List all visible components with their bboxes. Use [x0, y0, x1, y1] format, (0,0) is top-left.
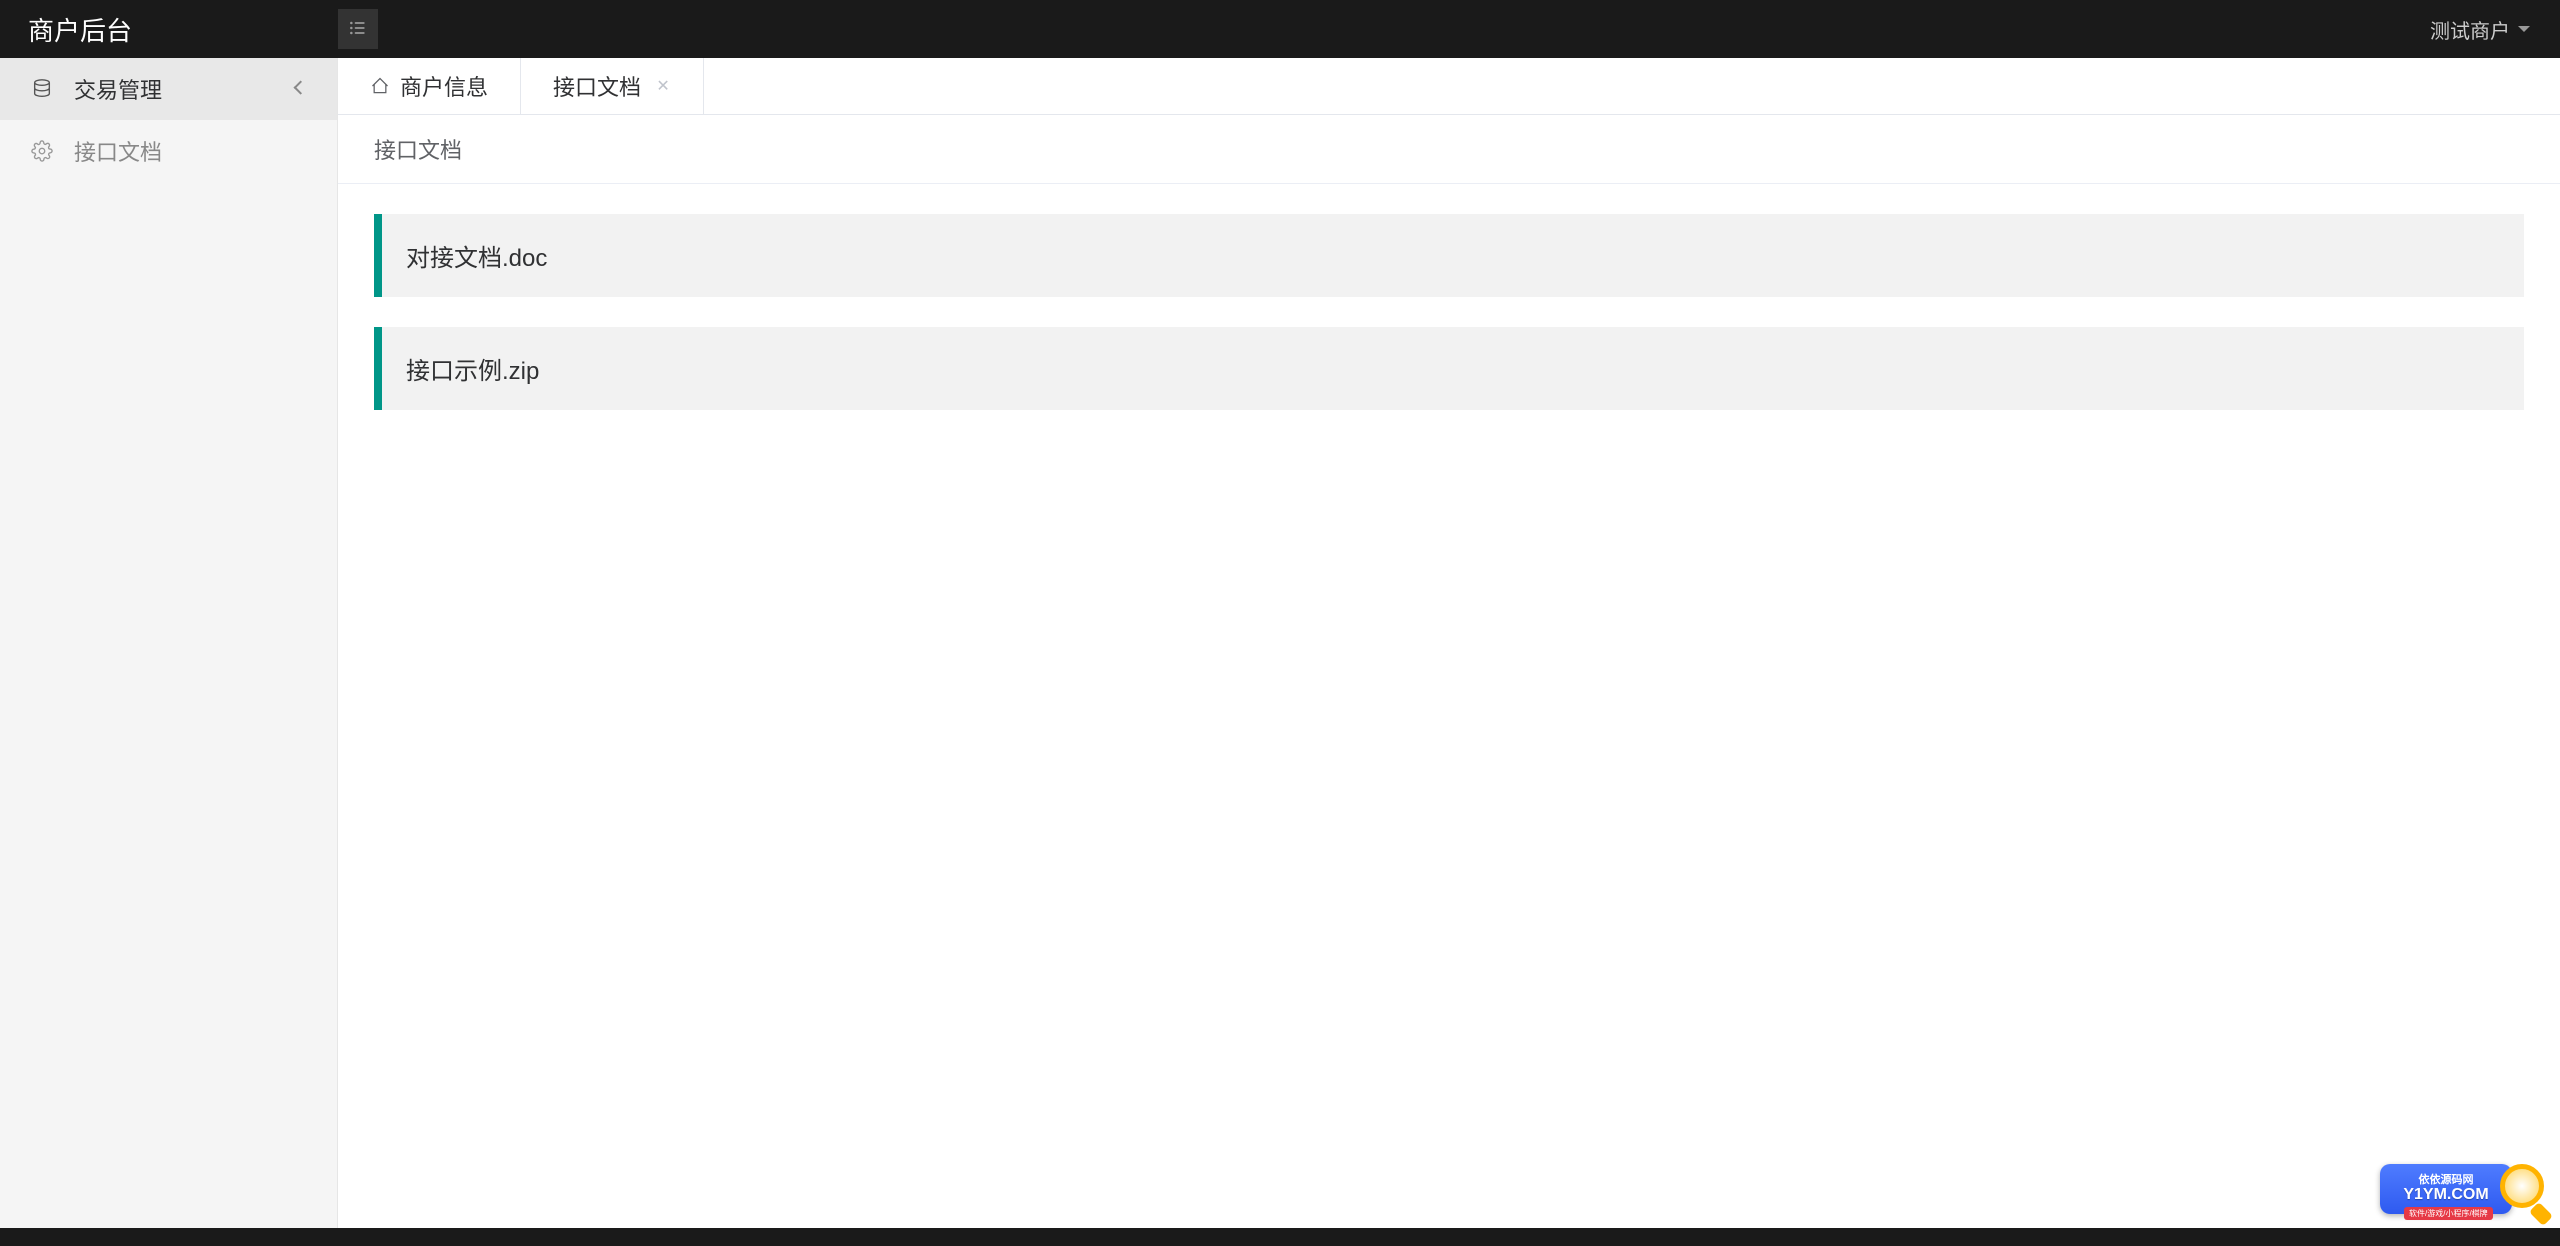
tab-label: 接口文档	[553, 70, 641, 102]
file-list: 对接文档.doc 接口示例.zip	[338, 184, 2560, 470]
close-icon[interactable]: ✕	[655, 78, 671, 94]
file-item[interactable]: 接口示例.zip	[374, 327, 2524, 410]
gear-icon	[30, 139, 54, 163]
app-logo: 商户后台	[0, 0, 330, 58]
file-item[interactable]: 对接文档.doc	[374, 214, 2524, 297]
home-icon	[370, 76, 390, 96]
tab-api-docs[interactable]: 接口文档 ✕	[521, 58, 704, 114]
main-container: 交易管理 接口文档 商户信息 接口文档 ✕	[0, 58, 2560, 1228]
sidebar-toggle-button[interactable]	[338, 9, 378, 49]
header: 商户后台 测试商户	[0, 0, 2560, 58]
user-label: 测试商户	[2430, 15, 2510, 44]
database-icon	[30, 77, 54, 101]
sidebar: 交易管理 接口文档	[0, 58, 338, 1228]
content-area: 商户信息 接口文档 ✕ 接口文档 对接文档.doc 接口示例.zip	[338, 58, 2560, 1228]
sidebar-item-api-docs[interactable]: 接口文档	[0, 120, 337, 182]
tab-label: 商户信息	[400, 70, 488, 102]
logo-text: 商户后台	[28, 11, 132, 48]
page-title: 接口文档	[338, 115, 2560, 184]
sidebar-item-transactions[interactable]: 交易管理	[0, 58, 337, 120]
menu-icon	[348, 18, 368, 41]
sidebar-item-label: 接口文档	[74, 135, 162, 167]
sidebar-item-label: 交易管理	[74, 73, 162, 105]
file-name: 接口示例.zip	[406, 358, 539, 385]
tabs-bar: 商户信息 接口文档 ✕	[338, 58, 2560, 115]
chevron-left-icon	[294, 81, 308, 95]
tab-merchant-info[interactable]: 商户信息	[338, 58, 521, 114]
user-dropdown[interactable]: 测试商户	[2430, 15, 2560, 44]
footer-bar	[0, 1228, 2560, 1246]
page-body: 接口文档 对接文档.doc 接口示例.zip	[338, 115, 2560, 1228]
file-name: 对接文档.doc	[406, 245, 547, 272]
caret-down-icon	[2518, 26, 2530, 32]
